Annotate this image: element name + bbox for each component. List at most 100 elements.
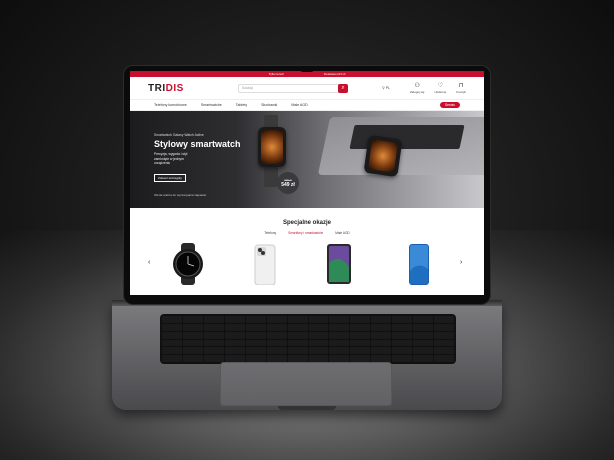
keyboard-key	[413, 347, 434, 355]
keyboard-key	[245, 355, 266, 362]
keyboard-key	[413, 355, 434, 362]
keyboard-key	[224, 331, 245, 339]
product-card-galaxy[interactable]	[408, 243, 432, 290]
keyboard-key	[308, 316, 329, 323]
keyboard-key	[266, 331, 287, 339]
keyboard-key	[329, 355, 350, 362]
iphone-product-image	[254, 244, 276, 286]
keyboard-key	[371, 355, 392, 362]
cart-label: Koszyk	[456, 89, 466, 94]
product-card-ipad[interactable]	[326, 243, 354, 290]
keyboard-key	[182, 331, 203, 339]
keyboard-key	[350, 316, 371, 323]
keyboard-key	[308, 339, 329, 347]
header-actions: ⚲ PL ⚇ Zaloguj się ♡ Ulubione ⊓ Koszyk	[382, 83, 466, 94]
ipad-product-image	[327, 244, 351, 284]
keyboard-key	[266, 347, 287, 355]
nav-item-appliances[interactable]: Małe AGD	[291, 103, 307, 107]
search-input[interactable]: Szukaj ⌕	[238, 83, 348, 93]
price-badge: 699 zł 549 zł	[277, 172, 299, 194]
keyboard-key	[182, 339, 203, 347]
trackpad	[220, 362, 392, 406]
service-button[interactable]: Serwis	[439, 102, 460, 108]
keyboard-key	[371, 323, 392, 331]
tab-phones[interactable]: Telefony	[264, 231, 276, 235]
keyboard-key	[182, 347, 203, 355]
keyboard-key	[371, 316, 392, 323]
special-deals-section: Specjalne okazje Telefony Smartfony i sm…	[130, 208, 484, 286]
keyboard-key	[245, 323, 266, 331]
keyboard-key	[203, 347, 224, 355]
keyboard-key	[182, 355, 203, 362]
keyboard-key	[392, 331, 413, 339]
keyboard-key	[434, 323, 454, 331]
keyboard-key	[162, 339, 182, 347]
favorites-button[interactable]: ♡ Ulubione	[434, 83, 446, 94]
keyboard-key	[413, 316, 434, 323]
keyboard-key	[350, 355, 371, 362]
keyboard-key	[434, 347, 454, 355]
keyboard-key	[203, 316, 224, 323]
hero-watch-side	[363, 134, 403, 178]
keyboard-key	[413, 331, 434, 339]
keyboard-key	[350, 331, 371, 339]
search-button[interactable]: ⌕	[338, 83, 348, 93]
keyboard-key	[266, 323, 287, 331]
galaxy-product-image	[409, 244, 429, 285]
promo-right[interactable]: Dostawa od 0 zł	[324, 72, 345, 76]
keyboard-key	[434, 339, 454, 347]
bag-icon: ⊓	[458, 82, 464, 89]
carousel-prev-arrow[interactable]: ‹	[148, 259, 150, 266]
keyboard-key	[329, 339, 350, 347]
product-card-watch[interactable]	[168, 243, 208, 290]
promo-left[interactable]: Tylko teraz!	[269, 72, 284, 76]
keyboard-key	[224, 347, 245, 355]
hero-details-button[interactable]: Zobacz szczegóły	[154, 173, 186, 182]
keyboard-key	[329, 323, 350, 331]
tab-smartwatches[interactable]: Smartfony i smartwatche	[288, 231, 323, 235]
keyboard-key	[266, 355, 287, 362]
keyboard-key	[350, 339, 371, 347]
keyboard-key	[287, 347, 308, 355]
logo-main: TRI	[148, 82, 166, 94]
language-label: PL	[385, 86, 390, 90]
heart-icon: ♡	[437, 82, 444, 89]
keyboard-key	[413, 323, 434, 331]
cart-button[interactable]: ⊓ Koszyk	[456, 83, 466, 94]
tab-appliances[interactable]: Małe AGD	[335, 231, 350, 235]
keyboard-key	[413, 339, 434, 347]
keyboard-key	[162, 323, 182, 331]
keyboard-key	[392, 347, 413, 355]
carousel-next-arrow[interactable]: ›	[460, 259, 462, 266]
hero-eyebrow: Smartwatch Galaxy Watch Active	[154, 133, 204, 137]
keyboard-key	[308, 347, 329, 355]
keyboard-key	[287, 323, 308, 331]
keyboard-key	[434, 316, 454, 323]
nav-item-phones[interactable]: Telefony komórkowe	[154, 103, 187, 107]
product-carousel: ‹ ›	[130, 243, 484, 286]
site-logo[interactable]: TRIDIS	[148, 83, 238, 94]
keyboard	[160, 314, 456, 364]
keyboard-key	[245, 339, 266, 347]
search-placeholder: Szukaj	[242, 86, 253, 90]
nav-item-headphones[interactable]: Słuchawki	[261, 103, 277, 107]
keyboard-key	[203, 331, 224, 339]
keyboard-key	[182, 316, 203, 323]
account-button[interactable]: ⚇ Zaloguj się	[410, 83, 425, 94]
keyboard-key	[162, 316, 182, 323]
new-price: 549 zł	[281, 182, 295, 188]
keyboard-key	[392, 355, 413, 362]
keyboard-key	[371, 339, 392, 347]
camera-notch	[300, 66, 314, 72]
keyboard-key	[308, 331, 329, 339]
language-selector[interactable]: ⚲ PL	[382, 86, 390, 90]
keyboard-key	[245, 331, 266, 339]
keyboard-key	[224, 316, 245, 323]
main-nav: Telefony komórkowe Smartwatche Tablety S…	[130, 100, 484, 111]
keyboard-key	[245, 316, 266, 323]
nav-item-tablets[interactable]: Tablety	[236, 103, 247, 107]
nav-item-smartwatches[interactable]: Smartwatche	[201, 103, 222, 107]
product-card-iphone[interactable]	[254, 243, 278, 290]
watch-product-image	[173, 243, 203, 285]
hero-text: Smartwatch Galaxy Watch Active Stylowy s…	[154, 133, 241, 197]
